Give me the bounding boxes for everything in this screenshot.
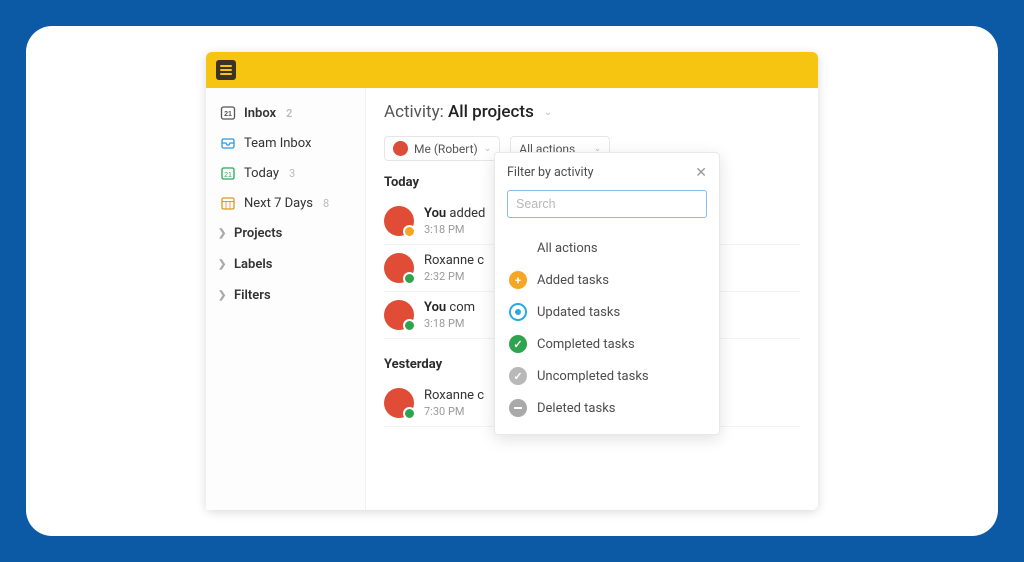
sidebar-item-count: 3 xyxy=(289,167,295,180)
sidebar-item-team-inbox[interactable]: Team Inbox xyxy=(206,128,365,158)
sidebar-section-labels[interactable]: ❯ Labels xyxy=(206,249,365,280)
filter-option-add[interactable]: + Added tasks xyxy=(507,264,707,296)
svg-text:21: 21 xyxy=(224,172,232,179)
chevron-right-icon: ❯ xyxy=(218,228,228,239)
sidebar-item-label: Next 7 Days xyxy=(244,196,313,211)
entry-text: Roxanne c 7:30 PM xyxy=(424,388,484,418)
sidebar-item-label: Today xyxy=(244,166,279,181)
avatar-wrap xyxy=(384,253,414,283)
sidebar-item-inbox[interactable]: 21 Inbox 2 xyxy=(206,98,365,128)
filter-option-comp[interactable]: ✓ Completed tasks xyxy=(507,328,707,360)
filter-option-label: Updated tasks xyxy=(537,305,620,320)
sidebar-item-today[interactable]: 21 Today 3 xyxy=(206,158,365,188)
entry-text: You com 3:18 PM xyxy=(424,300,475,330)
page-title-main: All projects xyxy=(448,102,534,122)
status-badge-icon xyxy=(403,319,416,332)
filter-option-label: All actions xyxy=(537,241,598,256)
chevron-down-icon: ⌄ xyxy=(484,144,492,154)
svg-text:21: 21 xyxy=(224,111,232,118)
sidebar-section-label: Labels xyxy=(234,257,272,272)
sidebar-item-label: Team Inbox xyxy=(244,136,311,151)
sidebar-item-next-7-days[interactable]: Next 7 Days 8 xyxy=(206,188,365,218)
app-logo-icon xyxy=(216,60,236,80)
today-icon: 21 xyxy=(220,165,236,181)
sidebar-item-label: Inbox xyxy=(244,106,276,121)
status-badge-icon xyxy=(403,272,416,285)
team-inbox-icon xyxy=(220,135,236,151)
page-title-prefix: Activity: xyxy=(384,102,448,122)
filter-search-input[interactable] xyxy=(507,190,707,218)
status-badge-icon xyxy=(403,225,416,238)
filter-user-label: Me (Robert) xyxy=(414,142,478,156)
sidebar-section-label: Filters xyxy=(234,288,271,303)
entry-text: You added 3:18 PM xyxy=(424,206,485,236)
filter-option-uncomp[interactable]: ✓ Uncompleted tasks xyxy=(507,360,707,392)
avatar-wrap xyxy=(384,206,414,236)
filter-option-upd[interactable]: Updated tasks xyxy=(507,296,707,328)
entry-line: Roxanne c xyxy=(424,388,484,403)
filter-options-list: All actions + Added tasks Updated tasks ✓ Com… xyxy=(507,232,707,424)
check-circle-icon: ✓ xyxy=(509,335,527,353)
filter-option-del[interactable]: Deleted tasks xyxy=(507,392,707,424)
entry-line: You com xyxy=(424,300,475,315)
check-circle-grey-icon: ✓ xyxy=(509,367,527,385)
sidebar-item-count: 8 xyxy=(323,197,329,210)
status-badge-icon xyxy=(403,407,416,420)
filter-option-label: Added tasks xyxy=(537,273,609,288)
close-icon[interactable]: ✕ xyxy=(695,166,707,180)
sidebar: 21 Inbox 2 Team Inbox 21 Today 3 xyxy=(206,88,366,510)
entry-text: Roxanne c 2:32 PM xyxy=(424,253,484,283)
inbox-icon: 21 xyxy=(220,105,236,121)
sidebar-section-filters[interactable]: ❯ Filters xyxy=(206,280,365,311)
entry-line: You added xyxy=(424,206,485,221)
chevron-down-icon: ⌄ xyxy=(544,107,552,118)
filter-option-none[interactable]: All actions xyxy=(507,232,707,264)
filter-user-pill[interactable]: Me (Robert) ⌄ xyxy=(384,136,500,161)
blank-icon xyxy=(509,239,527,257)
page-title: Activity: All projects xyxy=(384,102,534,122)
calendar-week-icon xyxy=(220,195,236,211)
user-avatar-icon xyxy=(393,141,408,156)
entry-time: 2:32 PM xyxy=(424,270,484,283)
entry-time: 7:30 PM xyxy=(424,405,484,418)
popover-title: Filter by activity xyxy=(507,165,594,180)
minus-circle-icon xyxy=(509,399,527,417)
sidebar-item-count: 2 xyxy=(286,107,292,120)
plus-circle-icon: + xyxy=(509,271,527,289)
chevron-right-icon: ❯ xyxy=(218,259,228,270)
avatar-wrap xyxy=(384,388,414,418)
update-circle-icon xyxy=(509,303,527,321)
filter-option-label: Deleted tasks xyxy=(537,401,616,416)
entry-time: 3:18 PM xyxy=(424,317,475,330)
page-title-row[interactable]: Activity: All projects ⌄ xyxy=(384,102,800,122)
page-frame: 21 Inbox 2 Team Inbox 21 Today 3 xyxy=(26,26,998,536)
sidebar-section-label: Projects xyxy=(234,226,282,241)
filter-option-label: Uncompleted tasks xyxy=(537,369,649,384)
sidebar-section-projects[interactable]: ❯ Projects xyxy=(206,218,365,249)
avatar-wrap xyxy=(384,300,414,330)
entry-time: 3:18 PM xyxy=(424,223,485,236)
filter-option-label: Completed tasks xyxy=(537,337,635,352)
filter-activity-popover: Filter by activity ✕ All actions + Added t… xyxy=(494,152,720,435)
chevron-right-icon: ❯ xyxy=(218,290,228,301)
entry-line: Roxanne c xyxy=(424,253,484,268)
top-bar xyxy=(206,52,818,88)
